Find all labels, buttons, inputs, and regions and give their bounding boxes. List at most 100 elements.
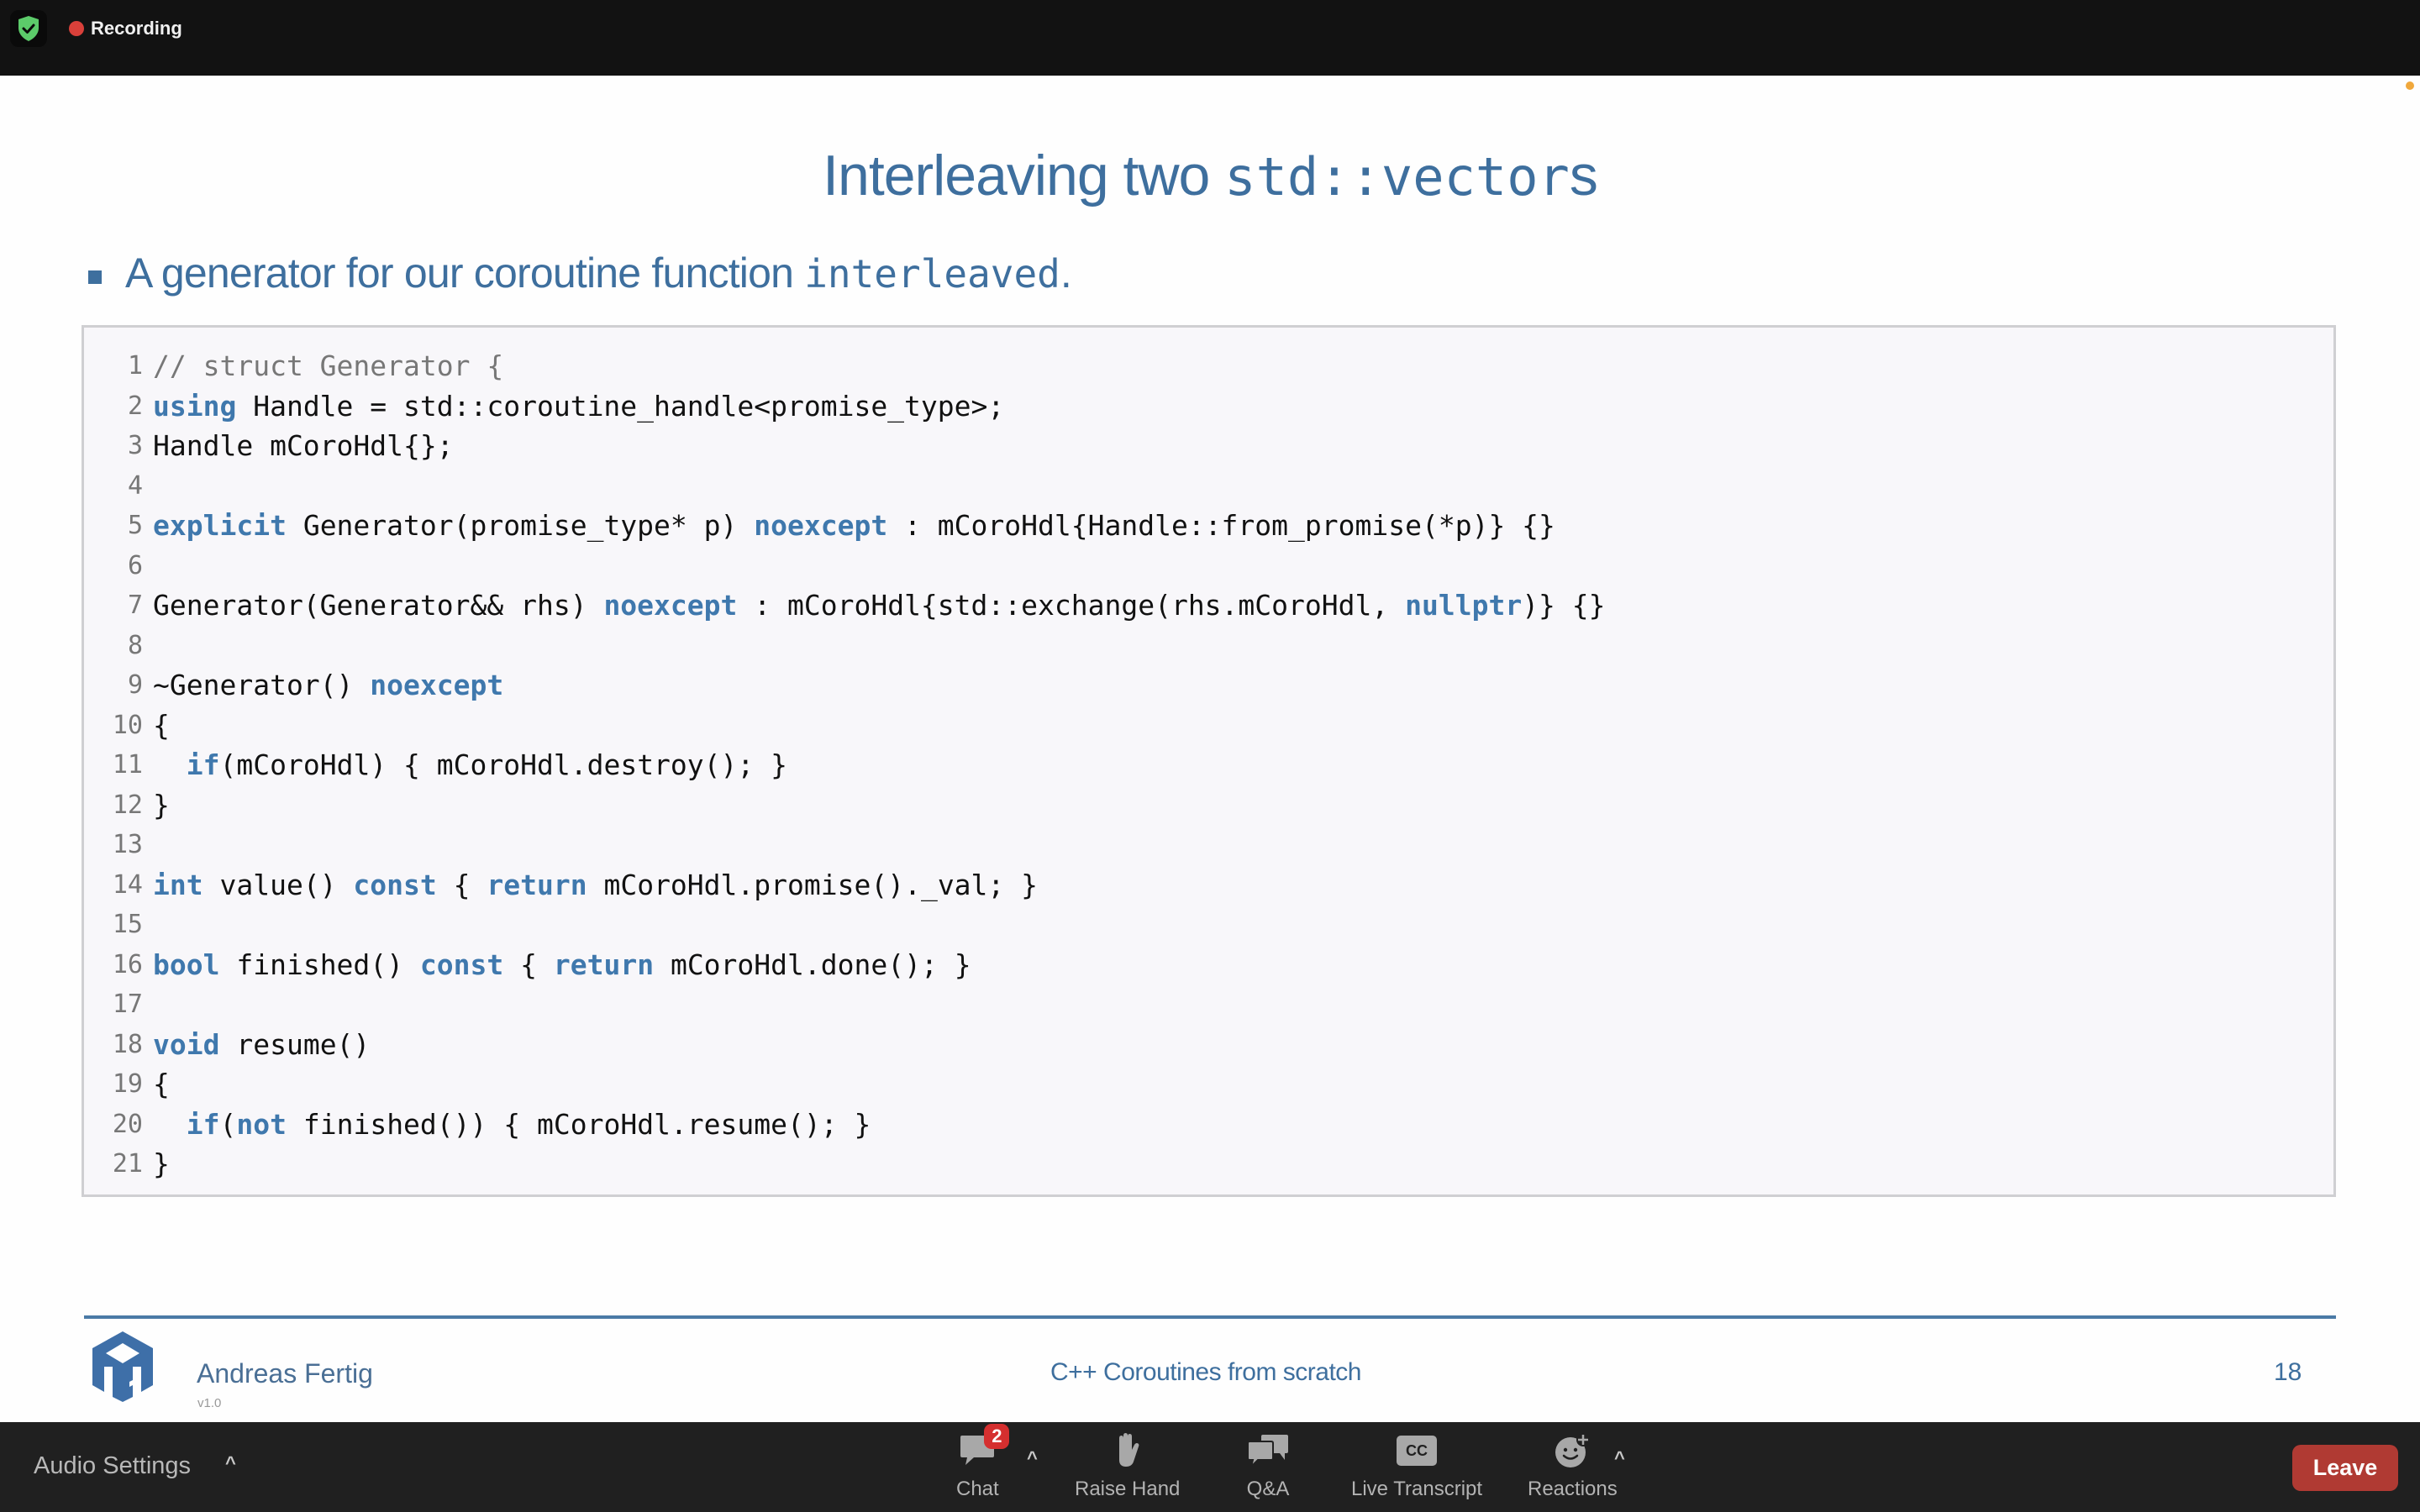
live-transcript-button[interactable]: CC Live Transcript <box>1351 1429 1482 1501</box>
line-number: 18 <box>112 1029 143 1059</box>
code-line: 18 void resume() <box>84 1025 2333 1065</box>
reactions-button[interactable]: Reactions <box>1528 1429 1618 1501</box>
code-line: 17 <box>84 984 2333 1025</box>
footer-author: Andreas Fertig <box>197 1358 373 1389</box>
line-number: 2 <box>127 391 143 421</box>
line-number: 8 <box>127 630 143 660</box>
code-token: } <box>153 788 170 822</box>
camera-in-use-indicator-icon <box>2406 81 2414 90</box>
bullet-text: A generator for our coroutine function i… <box>125 249 1072 297</box>
code-keyword: if <box>186 1107 220 1141</box>
recording-label: Recording <box>91 18 182 39</box>
code-text: bool finished() const { return mCoroHdl.… <box>153 945 971 985</box>
line-number: 1 <box>127 351 143 381</box>
qa-bubbles-icon <box>1246 1429 1290 1473</box>
cc-icon-text: CC <box>1397 1436 1438 1466</box>
code-line: 8 <box>84 626 2333 666</box>
code-text: int value() const { return mCoroHdl.prom… <box>153 865 1038 906</box>
code-text: void resume() <box>153 1025 370 1065</box>
af-cube-logo-icon <box>89 1330 156 1404</box>
code-text: { <box>153 1064 170 1105</box>
code-text: } <box>153 785 170 826</box>
code-token: mCoroHdl.promise()._val; } <box>587 868 1039 901</box>
code-token: ~Generator() <box>153 669 371 701</box>
code-token: resume() <box>219 1027 371 1061</box>
code-token: value() <box>203 868 354 901</box>
code-keyword: noexcept <box>370 669 504 701</box>
bullet-text-prefix: A generator for our coroutine function <box>125 249 805 297</box>
reactions-chevron-up-icon[interactable]: ^ <box>1614 1447 1625 1469</box>
code-keyword: noexcept <box>603 589 738 622</box>
code-text: { <box>153 706 170 746</box>
line-number: 6 <box>127 550 143 580</box>
chat-label: Chat <box>956 1478 999 1500</box>
bullet-suffix: . <box>1060 249 1072 297</box>
code-line: 4 <box>84 466 2333 507</box>
code-text: if(mCoroHdl) { mCoroHdl.destroy(); } <box>153 745 787 785</box>
slide-bullet: A generator for our coroutine function i… <box>88 249 1072 297</box>
code-token: )} {} <box>1522 589 1606 622</box>
line-number: 4 <box>127 470 143 501</box>
code-line: 5 explicit Generator(promise_type* p) noe… <box>84 506 2333 546</box>
chat-bubble-icon: 2 <box>959 1424 1010 1473</box>
bullet-square-icon <box>88 270 102 284</box>
code-token: (mCoroHdl) { mCoroHdl.destroy(); } <box>219 748 788 781</box>
code-line: 12} <box>84 785 2333 826</box>
code-token: : mCoroHdl{Handle::from_promise(*p)} {} <box>887 509 1555 542</box>
line-number: 19 <box>112 1069 143 1099</box>
recording-indicator[interactable]: Recording <box>69 15 182 42</box>
code-line: 13 <box>84 825 2333 865</box>
line-number: 9 <box>127 670 143 700</box>
code-line: 20 if(not finished()) { mCoroHdl.resume(… <box>84 1105 2333 1145</box>
meeting-top-bar: Recording <box>0 0 2420 76</box>
line-number: 21 <box>112 1149 143 1179</box>
recording-dot-icon <box>69 21 84 36</box>
code-line: 3 Handle mCoroHdl{}; <box>84 426 2333 466</box>
leave-button[interactable]: Leave <box>2292 1445 2398 1491</box>
raise-hand-label: Raise Hand <box>1075 1478 1181 1500</box>
line-number: 12 <box>112 790 143 820</box>
code-token: Generator(promise_type* p) <box>286 509 755 542</box>
audio-settings-chevron-up-icon[interactable]: ^ <box>225 1452 236 1474</box>
code-line: 2 using Handle = std::coroutine_handle<pr… <box>84 386 2333 427</box>
footer-course-title: C++ Coroutines from scratch <box>1050 1358 1361 1386</box>
footer-version: v1.0 <box>197 1396 222 1410</box>
code-token: Generator(Generator&& rhs) <box>153 589 604 622</box>
hand-icon <box>1113 1429 1143 1473</box>
line-number: 14 <box>112 869 143 900</box>
line-number: 20 <box>112 1109 143 1139</box>
chat-button[interactable]: 2 Chat <box>956 1424 1010 1501</box>
code-line: 10 { <box>84 706 2333 746</box>
line-number: 10 <box>112 710 143 740</box>
audio-settings-button[interactable]: Audio Settings <box>34 1452 191 1480</box>
slide-title-suffix: s <box>1569 144 1598 207</box>
code-keyword: noexcept <box>754 509 888 542</box>
code-lines: 1 // struct Generator { 2 using Handle = st… <box>84 346 2333 1184</box>
slide-title: Interleaving two std::vectors <box>0 143 2420 208</box>
code-token: Handle mCoroHdl{}; <box>153 429 454 462</box>
code-comment: // struct Generator { <box>153 349 504 382</box>
code-token: { <box>436 868 487 901</box>
code-line: 6 <box>84 546 2333 586</box>
code-token: mCoroHdl.done(); } <box>654 948 971 981</box>
code-keyword: return <box>487 868 587 901</box>
line-number: 5 <box>127 511 143 540</box>
qa-button[interactable]: Q&A <box>1246 1429 1290 1501</box>
code-keyword: const <box>353 868 437 901</box>
chat-chevron-up-icon[interactable]: ^ <box>1027 1447 1038 1469</box>
cc-icon: CC <box>1397 1429 1438 1473</box>
smiley-plus-icon <box>1554 1429 1591 1473</box>
code-token: : mCoroHdl{std::exchange(rhs.mCoroHdl, <box>737 589 1406 622</box>
security-shield-icon[interactable] <box>10 10 47 47</box>
code-line: 14 int value() const { return mCoroHdl.pr… <box>84 865 2333 906</box>
code-text: } <box>153 1144 170 1184</box>
code-keyword: using <box>153 389 237 423</box>
live-transcript-label: Live Transcript <box>1351 1478 1483 1500</box>
raise-hand-button[interactable]: Raise Hand <box>1075 1429 1180 1501</box>
code-listing: 1 // struct Generator { 2 using Handle = st… <box>82 325 2336 1197</box>
code-text: using Handle = std::coroutine_handle<pro… <box>153 386 1004 427</box>
code-text: Handle mCoroHdl{}; <box>153 426 454 466</box>
code-token: { <box>153 1068 170 1100</box>
qa-label: Q&A <box>1246 1478 1290 1500</box>
slide-title-code: std::vector <box>1224 146 1570 207</box>
